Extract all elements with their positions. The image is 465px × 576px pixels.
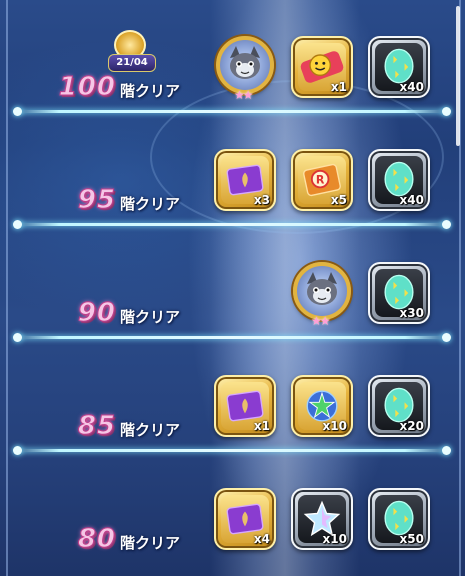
reward-item[interactable]: x1 [214,375,276,437]
reward-quantity: x20 [399,419,424,433]
star-rating: ★★ [234,88,253,102]
reward-row-80: 80 階クリア x4 x10 x50 [0,452,465,564]
reward-character[interactable]: ★★ [214,36,280,106]
clear-label: 階クリア [120,308,181,326]
reward-quantity: x40 [399,80,424,94]
reward-row-85: 85 階クリア x1 x10 x20 [0,339,465,455]
reward-quantity: x1 [253,419,270,433]
reward-row-95: 95 階クリア x3 R x5 x40 [0,113,465,229]
reward-quantity: x3 [253,193,270,207]
floor-number: 100 [58,72,116,103]
reward-quantity: x30 [399,306,424,320]
floor-number: 95 [77,185,116,216]
clear-label: 階クリア [120,421,181,439]
floor-number: 80 [77,524,116,555]
reward-item[interactable]: x40 [368,36,430,98]
clear-label: 階クリア [120,82,181,100]
reward-item[interactable]: x10 [291,375,353,437]
star-rating: ★★ [311,314,330,328]
reward-quantity: x4 [253,532,270,546]
reward-character[interactable]: ★★ [291,262,357,332]
reward-row-100: 100 階クリア ★★ x1 x40 [0,0,465,116]
reward-quantity: x50 [399,532,424,546]
reward-item[interactable]: x40 [368,149,430,211]
clear-label: 階クリア [120,195,181,213]
reward-quantity: x40 [399,193,424,207]
floor-number: 85 [77,411,116,442]
character-icon [230,46,260,79]
reward-item[interactable]: x1 [291,36,353,98]
svg-text:R: R [316,174,325,187]
reward-item[interactable]: x30 [368,262,430,324]
reward-quantity: x10 [322,532,347,546]
reward-quantity: x10 [322,419,347,433]
reward-item[interactable]: R x5 [291,149,353,211]
reward-quantity: x5 [330,193,347,207]
reward-quantity: x1 [330,80,347,94]
character-icon [307,272,337,305]
reward-item[interactable]: x4 [214,488,276,550]
reward-item[interactable]: x20 [368,375,430,437]
reward-row-90: 90 階クリア ★★ x30 [0,226,465,342]
reward-item[interactable]: x3 [214,149,276,211]
reward-item[interactable]: x50 [368,488,430,550]
reward-item[interactable]: x10 [291,488,353,550]
floor-number: 90 [77,298,116,329]
clear-label: 階クリア [120,534,181,552]
